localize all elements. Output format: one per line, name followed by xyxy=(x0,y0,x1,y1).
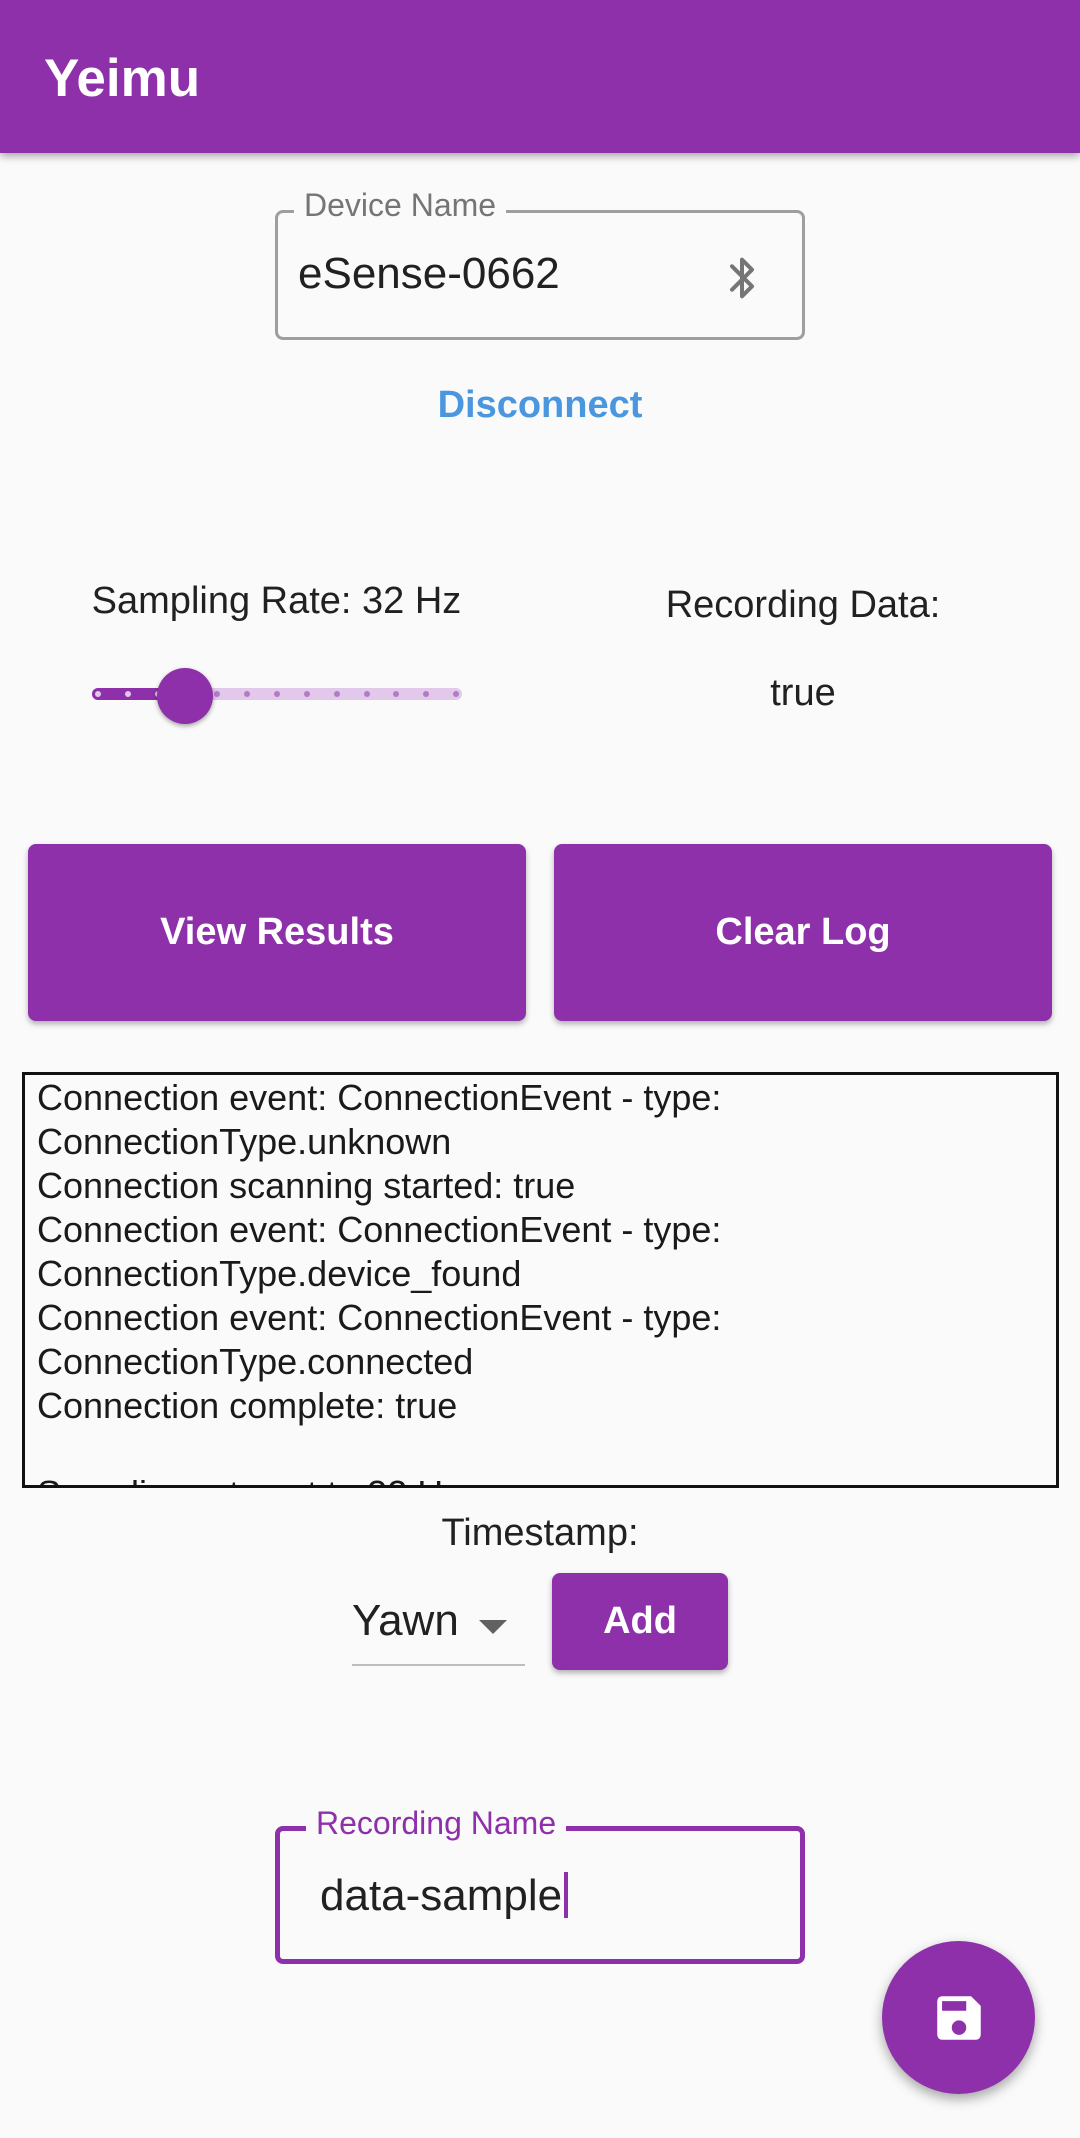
text-cursor xyxy=(564,1872,569,1918)
recording-name-input[interactable]: data-sample xyxy=(320,1871,569,1921)
app-title: Yeimu xyxy=(44,49,201,108)
log-line: Sampling rate set to 32 Hz xyxy=(37,1473,461,1485)
add-timestamp-button[interactable]: Add xyxy=(552,1573,728,1670)
device-name-field[interactable]: Device Name eSense-0662 xyxy=(275,187,805,340)
log-line: ConnectionType.device_found xyxy=(37,1253,522,1294)
slider-tick xyxy=(303,691,310,697)
log-line: Connection scanning started: true xyxy=(37,1165,576,1206)
recording-name-value: data-sample xyxy=(320,1871,563,1920)
timestamp-label: Timestamp: xyxy=(441,1512,639,1554)
timestamp-selected-value: Yawn xyxy=(352,1596,459,1645)
slider-tick xyxy=(95,691,101,697)
sampling-rate-slider[interactable] xyxy=(92,668,462,724)
recording-data-value: true xyxy=(770,672,836,714)
recording-name-field[interactable]: Recording Name data-sample xyxy=(275,1805,805,1964)
slider-tick xyxy=(363,691,370,697)
sampling-rate-label: Sampling Rate: 32 Hz xyxy=(91,580,462,622)
clear-log-button[interactable]: Clear Log xyxy=(554,844,1052,1021)
log-line: Connection event: ConnectionEvent - type… xyxy=(37,1297,722,1338)
app-bar: Yeimu xyxy=(0,0,1080,153)
log-line: ConnectionType.unknown xyxy=(37,1121,452,1162)
slider-tick xyxy=(453,691,459,697)
timestamp-dropdown[interactable]: Yawn xyxy=(352,1580,525,1666)
slider-tick xyxy=(124,691,131,697)
view-results-button[interactable]: View Results xyxy=(28,844,526,1021)
device-name-label: Device Name xyxy=(294,187,507,224)
log-line: Connection event: ConnectionEvent - type… xyxy=(37,1209,722,1250)
slider-tick xyxy=(274,691,280,697)
slider-tick xyxy=(333,691,340,697)
slider-thumb[interactable] xyxy=(156,668,213,724)
device-name-value: eSense-0662 xyxy=(298,249,560,298)
save-icon xyxy=(936,1995,981,2040)
log-line: ConnectionType.connected xyxy=(37,1341,474,1382)
log-line: Connection complete: true xyxy=(37,1385,458,1426)
recording-name-label: Recording Name xyxy=(306,1805,567,1842)
disconnect-button[interactable]: Disconnect xyxy=(0,384,1080,427)
dropdown-arrow-icon xyxy=(479,1620,507,1634)
log-output[interactable]: Connection event: ConnectionEvent - type… xyxy=(22,1072,1059,1488)
save-button[interactable] xyxy=(882,1941,1035,2094)
recording-data-label: Recording Data: xyxy=(665,584,941,626)
bluetooth-icon xyxy=(730,257,754,299)
log-line: Connection event: ConnectionEvent - type… xyxy=(37,1077,722,1118)
